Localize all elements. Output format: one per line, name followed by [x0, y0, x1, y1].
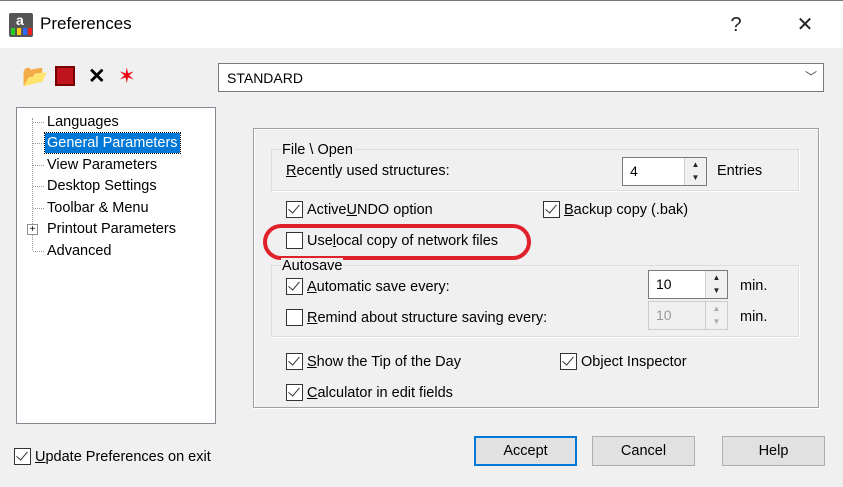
delete-icon[interactable]: ✕ [88, 64, 106, 90]
title-bar: a Preferences ? ✕ [0, 0, 843, 48]
tree-item-languages[interactable]: Languages [45, 112, 121, 132]
update-preferences-checkbox[interactable]: Update Preferences on exit [14, 448, 211, 465]
accept-button[interactable]: Accept [474, 436, 577, 466]
profile-value: STANDARD [227, 70, 303, 86]
autosave-value: 10 [656, 276, 672, 292]
tree-item-view-parameters[interactable]: View Parameters [45, 155, 159, 175]
spin-arrows-icon[interactable]: ▲ ▼ [705, 271, 727, 298]
active-undo-checkbox[interactable]: Active U NDO option [286, 201, 433, 218]
open-folder-icon[interactable]: 📂 [22, 64, 48, 90]
spin-arrows-icon: ▲ ▼ [705, 302, 727, 329]
remind-saving-checkbox[interactable]: Remind about structure saving every: [286, 309, 547, 326]
recent-structures-spinner[interactable]: 4 ▲ ▼ [622, 157, 707, 186]
profile-select[interactable]: STANDARD ﹀ [218, 63, 824, 92]
min-label: min. [740, 309, 768, 325]
help-button[interactable]: ? [716, 9, 756, 41]
save-icon[interactable] [55, 66, 75, 86]
file-open-title: File \ Open [281, 142, 354, 158]
cancel-button[interactable]: Cancel [592, 436, 695, 466]
category-tree[interactable]: Languages General Parameters View Parame… [16, 107, 216, 424]
automatic-save-checkbox[interactable]: Automatic save every: [286, 278, 450, 295]
tip-of-day-checkbox[interactable]: Show the Tip of the Day [286, 353, 461, 370]
chevron-down-icon: ﹀ [804, 70, 817, 84]
entries-label: Entries [717, 163, 763, 179]
tree-item-advanced[interactable]: Advanced [45, 241, 114, 261]
tree-item-printout-parameters[interactable]: Printout Parameters [45, 219, 178, 239]
help-dialog-button[interactable]: Help [722, 436, 825, 466]
remind-value: 10 [656, 307, 672, 323]
expand-icon[interactable]: + [27, 224, 38, 235]
autosave-title: Autosave [281, 258, 344, 274]
highlight-ring [263, 224, 531, 260]
calculator-checkbox[interactable]: Calculator in edit fields [286, 384, 453, 401]
recent-structures-label: Recently used structures: [286, 163, 450, 179]
tree-item-general-parameters[interactable]: General Parameters [44, 132, 181, 154]
min-label: min. [740, 278, 768, 294]
window-title: Preferences [40, 14, 132, 33]
close-button[interactable]: ✕ [785, 9, 825, 41]
app-icon: a [9, 12, 33, 37]
remind-minutes-spinner: 10 ▲ ▼ [648, 301, 728, 330]
autosave-minutes-spinner[interactable]: 10 ▲ ▼ [648, 270, 728, 299]
backup-copy-checkbox[interactable]: Backup copy (.bak) [543, 201, 688, 218]
recent-value: 4 [630, 163, 638, 179]
spin-arrows-icon[interactable]: ▲ ▼ [684, 158, 706, 185]
object-inspector-checkbox[interactable]: Object Inspector [560, 353, 687, 370]
new-profile-icon[interactable]: ✶ [118, 64, 136, 90]
tree-item-toolbar-menu[interactable]: Toolbar & Menu [45, 198, 151, 218]
tree-item-desktop-settings[interactable]: Desktop Settings [45, 176, 159, 196]
